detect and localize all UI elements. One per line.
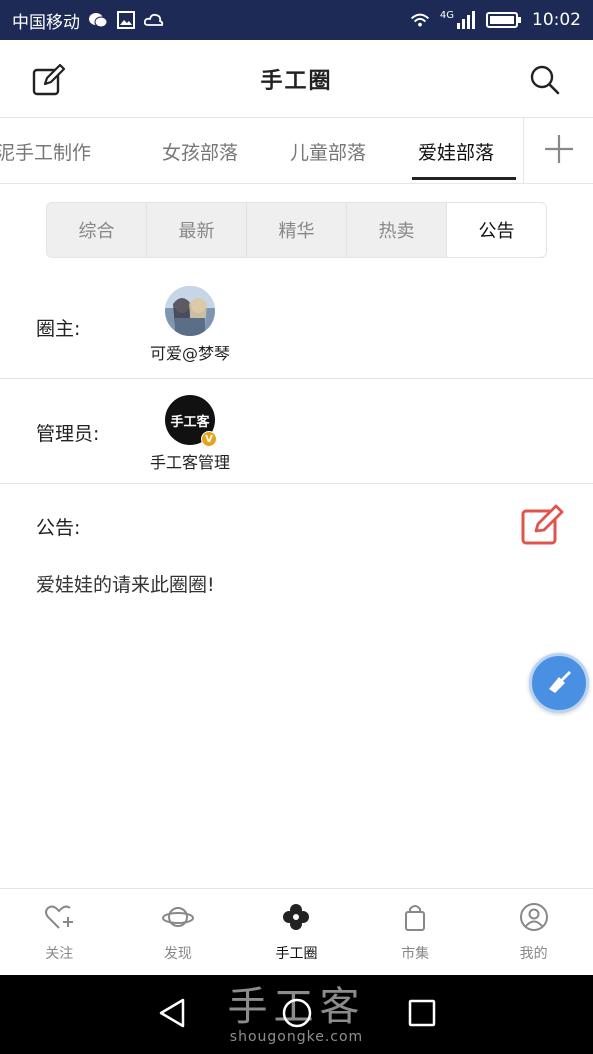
plus-icon: [543, 133, 575, 169]
floating-clean-button[interactable]: [529, 653, 589, 713]
tab-announcement[interactable]: 公告: [447, 203, 546, 257]
heart-plus-icon: [43, 901, 75, 937]
notice-text: 爱娃娃的请来此圈圈!: [36, 574, 215, 596]
nav-market-label: 市集: [401, 946, 430, 962]
carrier-name: 中国移动: [12, 12, 80, 33]
nav-follow-label: 关注: [45, 946, 74, 962]
weather-icon: [144, 10, 164, 30]
nav-me-label: 我的: [519, 946, 548, 962]
verified-badge: V: [201, 431, 217, 447]
tab-hot-sale[interactable]: 热卖: [347, 203, 447, 257]
owner-row: 圈主: 可爱@梦琴: [0, 272, 593, 379]
category-tab-bar: 泥手工制作 女孩部落 儿童部落 爱娃部落: [0, 118, 593, 184]
tab-girls-tribe[interactable]: 女孩部落: [162, 118, 238, 183]
signal-icon: 4G: [440, 10, 476, 30]
search-icon[interactable]: [529, 64, 561, 96]
nav-me[interactable]: 我的: [474, 889, 593, 975]
add-tab-button[interactable]: [523, 118, 593, 183]
nav-discover-label: 发现: [163, 946, 192, 962]
nav-market[interactable]: 市集: [356, 889, 475, 975]
broom-icon: [543, 665, 575, 701]
tab-overview[interactable]: 综合: [47, 203, 147, 257]
sub-tab-segment: 综合 最新 精华 热卖 公告: [46, 202, 547, 258]
status-bar: 中国移动 4G 10:02: [0, 0, 593, 40]
tab-latest[interactable]: 最新: [147, 203, 247, 257]
back-icon[interactable]: [157, 997, 187, 1033]
planet-icon: [161, 901, 194, 937]
tab-clay-crafts[interactable]: 泥手工制作: [0, 118, 91, 183]
owner-profile[interactable]: 可爱@梦琴: [140, 286, 240, 364]
nav-craft-circle[interactable]: 手工圈: [237, 889, 356, 975]
nav-craft-circle-label: 手工圈: [275, 946, 318, 962]
wechat-icon: [88, 10, 108, 30]
battery-icon: [486, 10, 522, 30]
flower-icon: [280, 901, 312, 937]
admin-label: 管理员:: [36, 423, 100, 445]
system-nav-bar: [0, 975, 593, 1054]
tab-featured[interactable]: 精华: [247, 203, 347, 257]
edit-notice-icon[interactable]: [520, 503, 566, 547]
app-bar: 手工圈: [0, 40, 593, 118]
clock: 10:02: [532, 10, 581, 30]
tab-kids-tribe[interactable]: 儿童部落: [290, 118, 366, 183]
nav-follow[interactable]: 关注: [0, 889, 119, 975]
admin-row: 管理员: 手工客 V 手工客管理: [0, 379, 593, 484]
avatar[interactable]: [165, 286, 215, 336]
tab-doll-tribe[interactable]: 爱娃部落: [411, 118, 517, 183]
avatar[interactable]: 手工客 V: [165, 395, 217, 447]
recents-icon[interactable]: [408, 999, 436, 1031]
nav-discover[interactable]: 发现: [119, 889, 238, 975]
user-icon: [518, 901, 550, 937]
page-title: 手工圈: [260, 68, 333, 94]
admin-profile[interactable]: 手工客 V 手工客管理: [140, 395, 240, 473]
bottom-nav: 关注 发现 手工圈 市集 我的: [0, 888, 593, 975]
admin-name: 手工客管理: [149, 453, 230, 472]
edit-icon[interactable]: [30, 62, 66, 98]
wifi-icon: [410, 10, 430, 30]
home-icon[interactable]: [281, 997, 313, 1033]
owner-name: 可爱@梦琴: [149, 344, 230, 363]
owner-label: 圈主:: [36, 318, 81, 340]
notice-label: 公告:: [36, 517, 81, 539]
network-type: 4G: [439, 10, 454, 21]
image-icon: [116, 10, 136, 30]
bag-icon: [399, 901, 431, 937]
